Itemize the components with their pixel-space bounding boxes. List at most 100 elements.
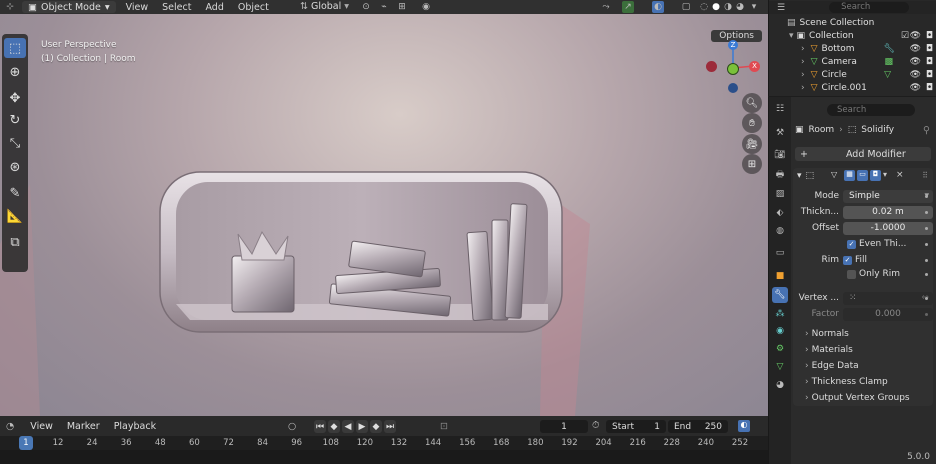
even-thickness-checkbox[interactable]: ✓ [847, 239, 856, 249]
menu-add[interactable]: Add [201, 2, 227, 13]
pin-icon[interactable]: ⚲ [923, 125, 930, 136]
keyframe-dot[interactable] [925, 227, 928, 230]
thickness-field[interactable]: 0.02 m [843, 205, 933, 219]
xray-icon[interactable]: ▢ [680, 1, 692, 13]
add-cube-icon[interactable]: ⧉ [4, 232, 26, 252]
select-box-icon[interactable]: ⬚ [4, 38, 26, 58]
keyframe-dot[interactable] [925, 211, 928, 214]
fill-checkbox[interactable]: ✓ [843, 255, 852, 265]
subpanel-thickness-clamp[interactable]: › Thickness Clamp [805, 377, 888, 387]
close-icon[interactable]: × [896, 170, 907, 181]
play-icon[interactable]: ▶ [356, 420, 368, 433]
gizmo-neg-x-axis[interactable] [706, 61, 717, 72]
snap-target-icon[interactable]: ⊞ [396, 1, 408, 13]
shading-rendered-icon[interactable]: ◕ [734, 1, 746, 13]
keyframe-dot[interactable] [925, 297, 928, 300]
subpanel-output-vertex-groups[interactable]: › Output Vertex Groups [805, 393, 910, 403]
shading-material-icon[interactable]: ◑ [722, 1, 734, 13]
timeline-menu-view[interactable]: View [30, 421, 53, 432]
camera-icon[interactable]: ◘ [926, 70, 933, 80]
render-icon[interactable]: ◘ [870, 170, 881, 181]
keyframe-dot[interactable] [925, 195, 928, 198]
scene-tab-icon[interactable]: ⬖ [772, 205, 788, 221]
collection-tab-icon[interactable]: ▭ [772, 245, 788, 261]
end-frame-field[interactable]: End 250 [668, 420, 728, 433]
gizmo-neg-z-axis[interactable] [728, 83, 738, 93]
timeline-menu-playback[interactable]: Playback [114, 421, 156, 432]
shading-wireframe-icon[interactable]: ◌ [698, 1, 710, 13]
next-keyframe-icon[interactable]: ◆ [370, 420, 382, 433]
scale-icon[interactable]: ⤡ [4, 133, 26, 153]
subpanel-edge-data[interactable]: › Edge Data [805, 361, 859, 371]
visibility-icon[interactable]: ⤳ [600, 1, 612, 13]
drag-handle-icon[interactable]: ⠿ [922, 171, 928, 180]
overlay-toggle-icon[interactable]: ◐ [652, 1, 664, 13]
camera-view-icon[interactable]: 🎥︎ [742, 134, 762, 154]
chevron-down-icon[interactable]: ▾ [748, 1, 760, 13]
only-rim-checkbox[interactable] [847, 269, 856, 279]
prev-keyframe-icon[interactable]: ◆ [328, 420, 340, 433]
eye-icon[interactable]: 👁︎ [910, 57, 921, 67]
zoom-icon[interactable]: 🔍︎ [742, 93, 762, 113]
start-frame-field[interactable]: Start 1 [606, 420, 666, 433]
snap-icon[interactable]: ⌁ [378, 1, 390, 13]
view-layer-tab-icon[interactable]: ▨ [772, 186, 788, 202]
chevron-down-icon[interactable]: ▾ [883, 170, 894, 181]
transform-icon[interactable]: ⊛ [4, 157, 26, 177]
shading-solid-icon[interactable]: ● [710, 1, 722, 13]
measure-icon[interactable]: 📐 [4, 206, 26, 226]
offset-field[interactable]: -1.0000 [843, 221, 933, 235]
camera-icon[interactable]: ◘ [926, 44, 933, 54]
constraints-tab-icon[interactable]: ⚙ [772, 341, 788, 357]
timeline-menu-marker[interactable]: Marker [67, 421, 100, 432]
object-tab-icon[interactable]: ■ [772, 268, 788, 284]
ortho-grid-icon[interactable]: ⊞ [742, 154, 762, 174]
keyframe-dot[interactable] [925, 313, 928, 316]
output-tab-icon[interactable]: 🖶︎ [772, 167, 788, 183]
gizmo-x-axis[interactable]: X [749, 61, 760, 72]
timeline-area[interactable] [0, 450, 768, 464]
menu-view[interactable]: View [122, 2, 153, 13]
tool-tab-icon[interactable]: ⚒ [772, 125, 788, 141]
pivot-icon[interactable]: ⊙ [360, 1, 372, 13]
vertex-group-field[interactable]: ⁙⇔ [843, 291, 933, 305]
camera-icon[interactable]: ◘ [926, 31, 933, 41]
frame-ruler[interactable]: 1 12 24 36 48 60 72 84 96 108 120 132 144 156 168 180 19… [0, 436, 768, 450]
checkbox-icon[interactable]: ☑ [901, 31, 909, 41]
3d-viewport[interactable]: ⬚ ⊕ ✥ ↻ ⤡ ⊛ ✎ 📐 ⧉ User Perspective (1) C… [0, 14, 768, 416]
keyframe-dot[interactable] [925, 259, 928, 262]
proportional-edit-icon[interactable]: ◉ [420, 1, 432, 13]
scene-collection-row[interactable]: ▤ Scene Collection [769, 16, 936, 29]
subpanel-normals[interactable]: › Normals [805, 329, 849, 339]
outliner-item-camera[interactable]: › ▽ Camera ▩ 👁︎ ◘ [769, 55, 936, 68]
stopwatch-icon[interactable]: ⏱ [592, 420, 599, 431]
outliner-item-circle-001[interactable]: › ▽ Circle.001 👁︎ ◘ [769, 81, 936, 94]
object-mode-dropdown[interactable]: ▣ Object Mode ▾ [22, 1, 116, 13]
properties-search-input[interactable]: Search [827, 104, 915, 116]
camera-icon[interactable]: ◘ [926, 83, 933, 93]
outliner-item-bottom[interactable]: › ▽ Bottom 🔧︎ 👁︎ ◘ [769, 42, 936, 55]
data-tab-icon[interactable]: ▽ [772, 359, 788, 375]
rotate-icon[interactable]: ↻ [4, 110, 26, 130]
display-mode-icon[interactable]: ☰ [777, 3, 785, 13]
on-cage-icon[interactable]: ▽ [831, 170, 842, 181]
menu-select[interactable]: Select [158, 2, 195, 13]
material-tab-icon[interactable]: ◕ [772, 377, 788, 393]
overlay-icon[interactable]: ◐ [738, 420, 750, 432]
eye-icon[interactable]: 👁︎ [910, 31, 921, 41]
editor-type-icon[interactable]: ☷ [772, 101, 788, 117]
current-frame-field[interactable]: 1 [540, 420, 588, 433]
editor-type-icon[interactable]: ⊹ [4, 1, 16, 13]
factor-field[interactable]: 0.000 [843, 307, 933, 321]
physics-tab-icon[interactable]: ◉ [772, 323, 788, 339]
keyframe-record-icon[interactable]: ○ [288, 421, 296, 432]
transform-orientation-dropdown[interactable]: ⇅ Global ▾ [300, 1, 349, 12]
editor-type-icon[interactable]: ◔ [6, 421, 14, 432]
add-modifier-button[interactable]: + Add Modifier [795, 147, 931, 161]
options-button[interactable]: Options [711, 30, 762, 42]
pan-hand-icon[interactable]: ✋︎ [742, 113, 762, 133]
menu-object[interactable]: Object [234, 2, 273, 13]
gizmo-y-axis[interactable] [727, 63, 739, 75]
chevron-down-icon[interactable]: ▾ [797, 171, 802, 181]
gizmo-toggle-icon[interactable]: ↗ [622, 1, 634, 13]
